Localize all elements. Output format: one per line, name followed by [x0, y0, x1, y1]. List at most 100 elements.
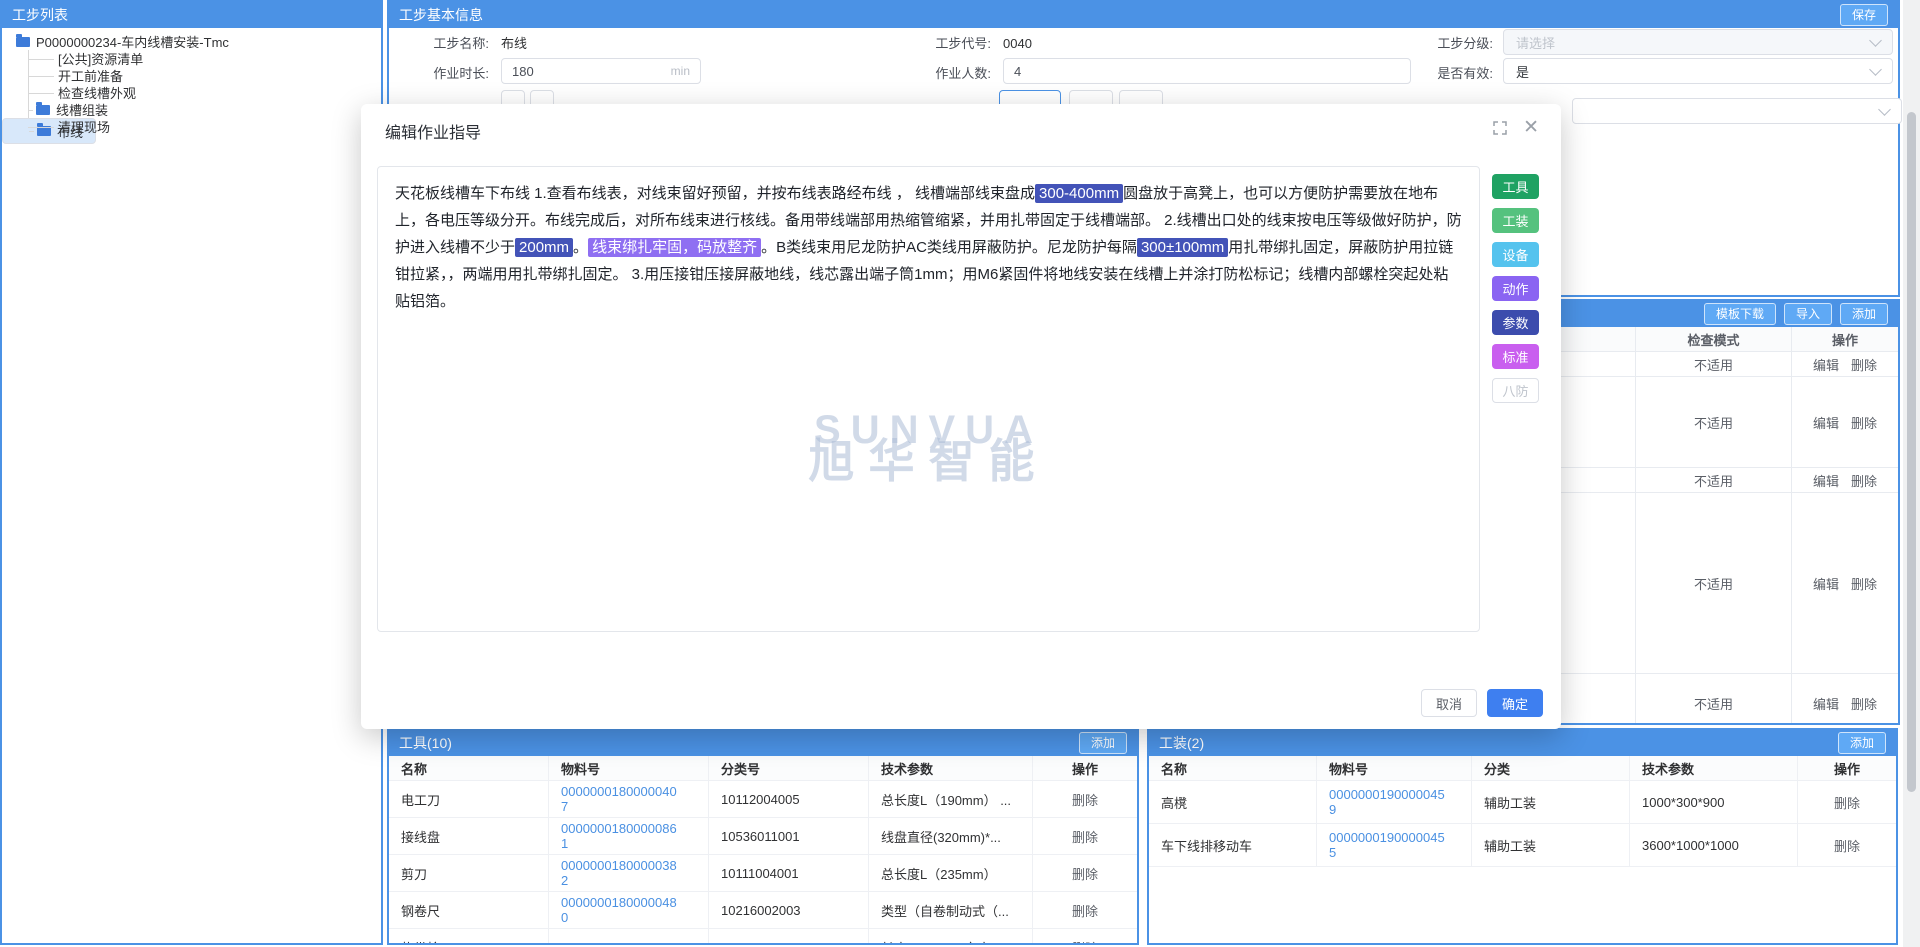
duration-unit: min [671, 64, 690, 78]
tree-item[interactable]: 线槽组装 [2, 101, 381, 118]
operation-cell: 删除 [1798, 781, 1896, 823]
tools-panel: 工具(10) 添加 名称物料号分类号技术参数操作 电工刀000000018000… [387, 728, 1139, 945]
data-cell: 10112012005 [709, 929, 869, 945]
step-name-label: 工步名称: [407, 35, 489, 53]
check-mode-cell: 不适用 [1635, 468, 1791, 492]
data-cell: 接线盘 [389, 818, 549, 854]
data-cell: 类型（自卷制动式（... [869, 892, 1033, 928]
tag-button-标准[interactable]: 标准 [1492, 344, 1539, 369]
column-header: 名称 [389, 756, 549, 780]
step-level-select[interactable]: 请选择 [1503, 29, 1893, 55]
extra-select[interactable] [1572, 98, 1902, 124]
highlighted-text: 300-400mm [1035, 184, 1123, 203]
cancel-button[interactable]: 取消 [1421, 689, 1477, 717]
tag-button-工具[interactable]: 工具 [1492, 174, 1539, 199]
workers-input[interactable]: 4 [1003, 58, 1411, 84]
column-header: 操作 [1798, 756, 1896, 780]
delete-link[interactable]: 删除 [1834, 836, 1860, 855]
column-header: 分类 [1472, 756, 1630, 780]
data-cell: 00000001900000459 [1317, 781, 1472, 823]
material-number-link[interactable]: 00000001800000407 [561, 784, 677, 814]
delete-link[interactable]: 删除 [1834, 793, 1860, 812]
material-number-link[interactable]: 00000001800000382 [561, 858, 677, 888]
material-number-link[interactable]: 00000001900000459 [1329, 787, 1445, 817]
step-list-panel: 工步列表 P0000000234-车内线槽安装-Tmc[公共]资源清单开工前准备… [0, 0, 383, 945]
delete-link[interactable]: 删除 [1072, 827, 1098, 846]
folder-icon [16, 37, 30, 47]
edit-link[interactable]: 编辑 [1813, 355, 1839, 374]
instruction-editor[interactable]: 天花板线槽车下布线 1.查看布线表，对线束留好预留，并按布线表路经布线 ， 线槽… [377, 166, 1480, 632]
operation-cell: 删除 [1033, 781, 1137, 817]
tag-button-设备[interactable]: 设备 [1492, 242, 1539, 267]
delete-link[interactable]: 删除 [1851, 574, 1877, 593]
material-number-link[interactable]: 00000001800000861 [561, 821, 677, 851]
watermark-company: 旭华智能 [378, 448, 1479, 475]
edit-link[interactable]: 编辑 [1813, 694, 1839, 713]
instruction-text: 。 [573, 239, 588, 256]
material-number-link[interactable]: 00000001800000480 [561, 895, 677, 925]
template-download-button[interactable]: 模板下载 [1704, 303, 1776, 325]
delete-link[interactable]: 删除 [1851, 694, 1877, 713]
check-mode-cell: 不适用 [1635, 674, 1791, 725]
data-cell: 钢卷尺 [389, 892, 549, 928]
page-scrollbar-thumb[interactable] [1907, 112, 1916, 792]
page-scrollbar-track[interactable] [1903, 0, 1920, 947]
tag-button-工装[interactable]: 工装 [1492, 208, 1539, 233]
delete-link[interactable]: 删除 [1072, 938, 1098, 946]
tag-button-动作[interactable]: 动作 [1492, 276, 1539, 301]
column-header: 技术参数 [869, 756, 1033, 780]
table-row: 车下线排移动车00000001900000455辅助工装3600*1000*10… [1149, 824, 1896, 867]
add-fixture-button[interactable]: 添加 [1838, 732, 1886, 754]
edit-link[interactable]: 编辑 [1813, 413, 1839, 432]
check-operation-cell: 编辑删除 [1791, 493, 1898, 673]
table-row: 钢卷尺0000000180000048010216002003类型（自卷制动式（… [389, 892, 1137, 929]
valid-label: 是否有效: [1411, 65, 1493, 83]
import-button[interactable]: 导入 [1784, 303, 1832, 325]
check-mode-column-header: 检查模式 [1635, 327, 1791, 351]
delete-link[interactable]: 删除 [1072, 790, 1098, 809]
delete-link[interactable]: 删除 [1072, 864, 1098, 883]
check-mode-cell: 不适用 [1635, 352, 1791, 376]
edit-link[interactable]: 编辑 [1813, 471, 1839, 490]
data-cell: 辅助工装 [1472, 781, 1630, 823]
fixtures-header: 工装(2) 添加 [1149, 730, 1896, 756]
step-level-label: 工步分级: [1411, 35, 1493, 53]
edit-link[interactable]: 编辑 [1813, 574, 1839, 593]
valid-select[interactable]: 是 [1503, 58, 1893, 84]
tree-item[interactable]: P0000000234-车内线槽安装-Tmc [2, 33, 381, 50]
close-icon[interactable]: ✕ [1523, 120, 1539, 136]
table-row: 接线盘0000000180000086110536011001线盘直径(320m… [389, 818, 1137, 855]
operation-cell: 删除 [1033, 855, 1137, 891]
column-header: 物料号 [1317, 756, 1472, 780]
tree-item[interactable]: 清理现场 [2, 118, 381, 135]
delete-link[interactable]: 删除 [1851, 355, 1877, 374]
check-operation-cell: 编辑删除 [1791, 468, 1898, 492]
instruction-text: 天花板线槽车下布线 1.查看布线表，对线束留好预留，并按布线表路经布线 ， 线槽… [395, 185, 1035, 202]
confirm-button[interactable]: 确定 [1487, 689, 1543, 717]
tree-item[interactable]: 开工前准备 [2, 67, 381, 84]
material-number-link[interactable]: 0000000180000180 [561, 940, 677, 946]
tag-button-参数[interactable]: 参数 [1492, 310, 1539, 335]
step-list-title: 工步列表 [12, 5, 68, 25]
chevron-down-icon [1869, 63, 1882, 76]
instruction-text: 。B类线束用尼龙防护AC类线用屏蔽防护。尼龙防护每隔 [761, 239, 1137, 256]
duration-input[interactable]: 180 min [501, 58, 701, 84]
tools-table-header: 名称物料号分类号技术参数操作 [389, 756, 1137, 781]
add-tool-button[interactable]: 添加 [1079, 732, 1127, 754]
delete-link[interactable]: 删除 [1072, 901, 1098, 920]
tree-item[interactable]: 检查线槽外观 [2, 84, 381, 101]
fullscreen-icon[interactable] [1493, 121, 1507, 135]
data-cell: 线盘直径(320mm)*... [869, 818, 1033, 854]
delete-link[interactable]: 删除 [1851, 413, 1877, 432]
chevron-down-icon [1869, 34, 1882, 47]
delete-link[interactable]: 删除 [1851, 471, 1877, 490]
insert-tag-buttons: 工具工装设备动作参数标准八防 [1492, 174, 1539, 403]
material-number-link[interactable]: 00000001900000455 [1329, 830, 1445, 860]
save-button[interactable]: 保存 [1840, 4, 1888, 26]
operation-cell: 删除 [1798, 824, 1896, 866]
check-operation-cell: 编辑删除 [1791, 674, 1898, 725]
tree-item[interactable]: [公共]资源清单 [2, 50, 381, 67]
tools-table-body: 电工刀0000000180000040710112004005总长度L（190m… [389, 781, 1137, 945]
folder-icon [36, 105, 50, 115]
add-check-button[interactable]: 添加 [1840, 303, 1888, 325]
